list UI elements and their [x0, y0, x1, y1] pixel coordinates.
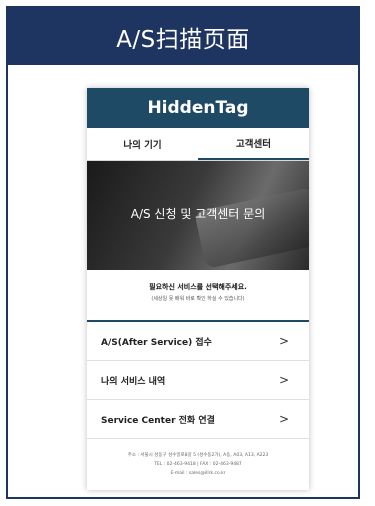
menu-item-label: 나의 서비스 내역: [101, 376, 166, 387]
footer-email: E-mail : sales@illrk.co.kr: [170, 471, 226, 476]
tab-customer-center-label: 고객센터: [236, 139, 271, 150]
menu-item-call-service-center[interactable]: Service Center 전화 연결 >: [87, 400, 309, 439]
menu-item-label: A/S(After Service) 접수: [101, 337, 212, 348]
frame-title: A/S扫描页面: [116, 26, 250, 53]
hero-title: A/S 신청 및 고객센터 문의: [130, 207, 266, 221]
brand-header: HiddenTag: [87, 88, 309, 128]
phone-screen: HiddenTag 나의 기기 고객센터 A/S 신청 및 고객센터 문의 필요…: [87, 88, 309, 490]
company-footer: 주소 : 서울시 성동구 성수일로8길 5 (성수동2가), A동, A03, …: [87, 439, 309, 478]
menu-item-label: Service Center 전화 연결: [101, 415, 215, 426]
menu-item-as-request[interactable]: A/S(After Service) 접수 >: [87, 322, 309, 361]
tab-my-devices[interactable]: 나의 기기: [87, 128, 198, 160]
chevron-right-icon: >: [278, 373, 289, 387]
frame-header: A/S扫描页面: [8, 8, 358, 65]
footer-phone: TEL : 02-463-9418 | FAX : 02-463-9487: [154, 462, 242, 467]
chevron-right-icon: >: [278, 334, 289, 348]
hero-phone-image: [194, 187, 309, 269]
notice-sub-text: (세상일 못 배워 바로 확인 하실 수 있습니다): [151, 296, 245, 302]
notice-main-text: 필요하신 서비스를 선택해주세요.: [149, 283, 247, 291]
footer-address: 주소 : 서울시 성동구 성수일로8길 5 (성수동2가), A동, A03, …: [127, 453, 269, 458]
hero-banner: A/S 신청 및 고객센터 문의: [87, 161, 309, 270]
tab-customer-center[interactable]: 고객센터: [198, 128, 309, 160]
brand-logo-text: HiddenTag: [147, 98, 249, 118]
chevron-right-icon: >: [278, 412, 289, 426]
tab-bar: 나의 기기 고객센터: [87, 128, 309, 161]
menu-item-service-history[interactable]: 나의 서비스 내역 >: [87, 361, 309, 400]
service-notice: 필요하신 서비스를 선택해주세요. (세상일 못 배워 바로 확인 하실 수 있…: [87, 270, 309, 322]
tab-my-devices-label: 나의 기기: [123, 140, 162, 151]
annotation-frame: A/S扫描页面 HiddenTag 나의 기기 고객센터 A/S 신청 및 고객…: [6, 6, 360, 499]
